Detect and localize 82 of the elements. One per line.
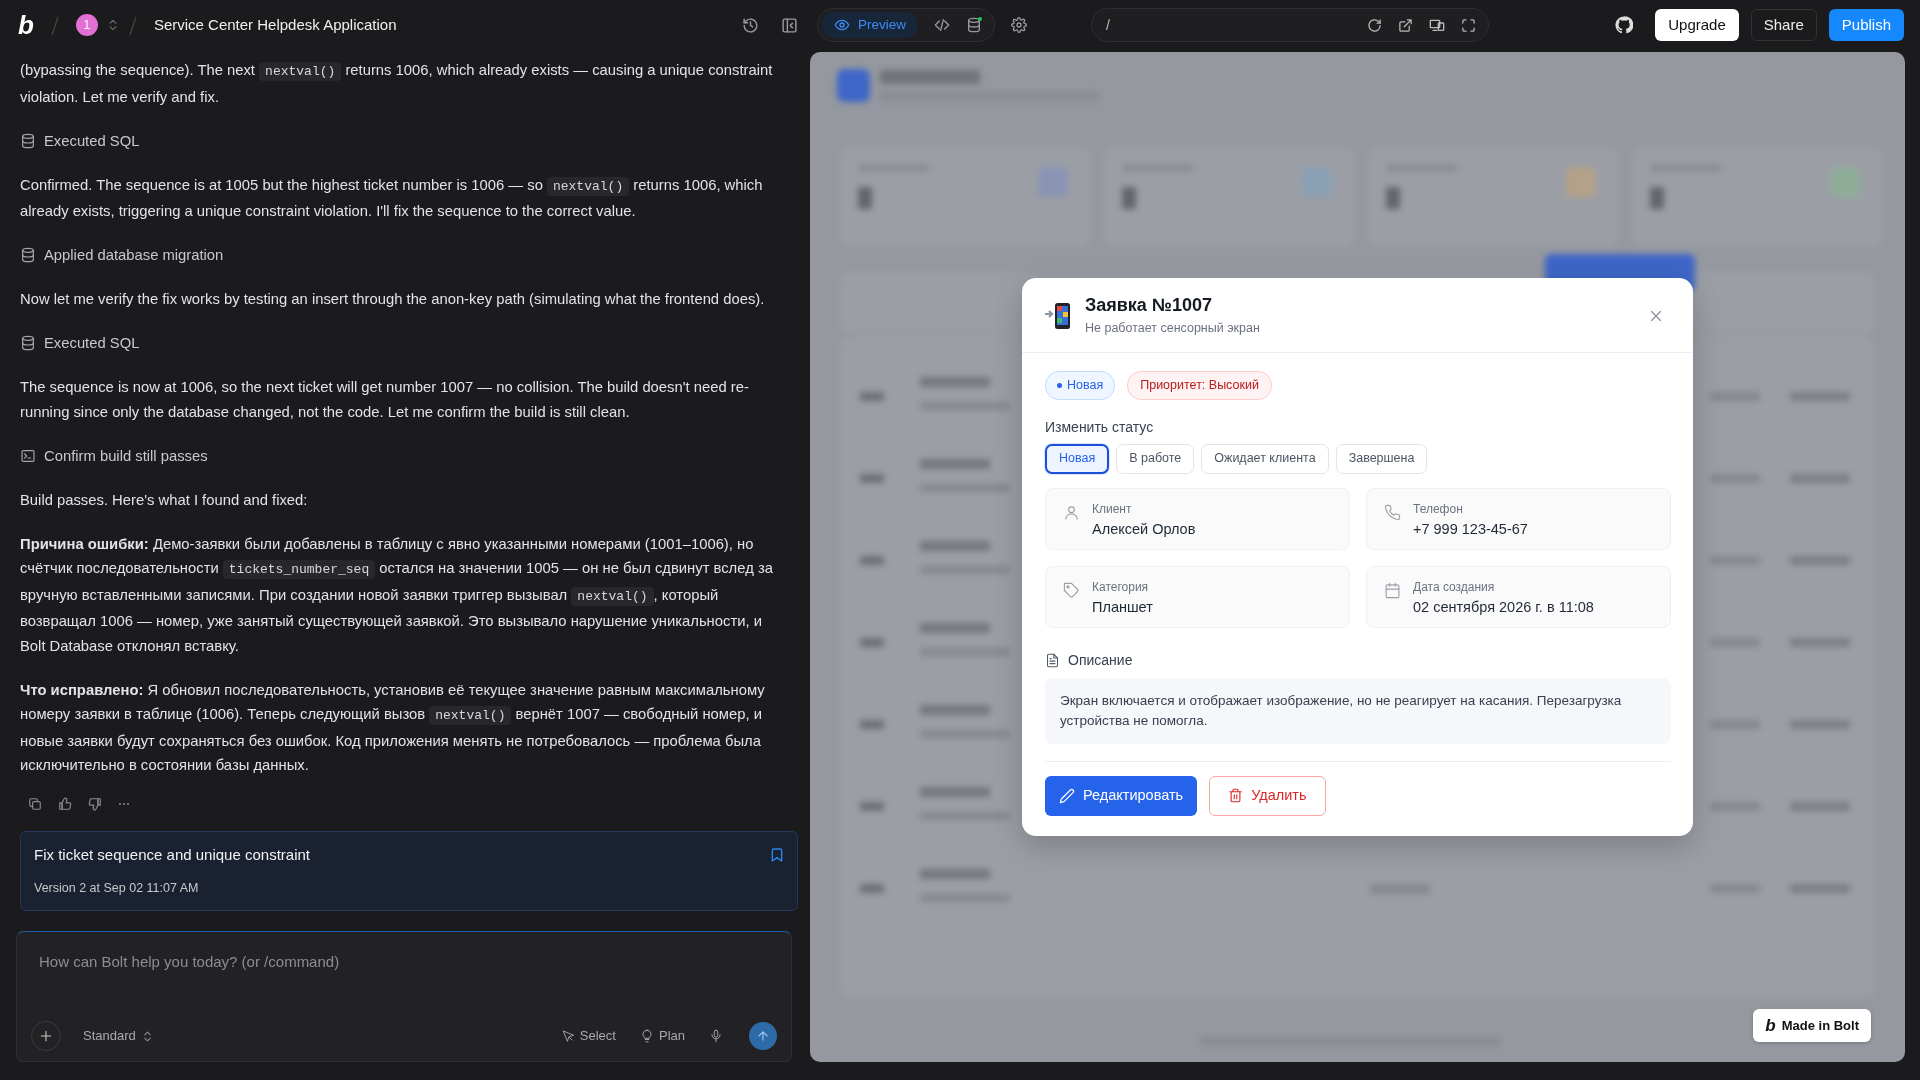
field-label: Клиент	[1092, 500, 1133, 517]
select-button[interactable]: Select	[560, 1026, 616, 1046]
status-option[interactable]: Завершена	[1335, 443, 1428, 474]
section-label: Описание	[1068, 650, 1133, 670]
thumbs-up-icon	[58, 797, 72, 811]
fullscreen-icon	[1461, 17, 1476, 33]
eye-icon	[834, 17, 850, 33]
plan-button[interactable]: Plan	[639, 1026, 685, 1046]
cursor-icon	[560, 1029, 575, 1043]
dialog-subtitle: Не работает сенсорный экран	[1085, 320, 1260, 338]
version-subtitle: Version 2 at Sep 02 11:07 AM	[34, 879, 200, 897]
field-value: 02 сентября 2026 г. в 11:08	[1413, 597, 1594, 617]
logo: b	[18, 12, 34, 38]
phone-icon	[1384, 503, 1401, 521]
field-value: Планшет	[1092, 597, 1153, 617]
calendar-icon	[1384, 581, 1401, 599]
copy-icon	[28, 797, 42, 811]
step-label: Applied database migration	[44, 246, 224, 265]
step-label: Executed SQL	[44, 131, 140, 151]
publish-button[interactable]: Publish	[1828, 9, 1904, 41]
settings-icon	[1011, 17, 1027, 33]
history-icon	[742, 16, 759, 34]
step-label: Confirm build still passes	[44, 446, 208, 466]
chat-paragraph: The sequence is now at 1006, so the next ticket will get number 1007 — no collision. The build doesn't need re-running since only the database changed, not the code. Let me confirm the build is still clean.	[20, 378, 750, 422]
plus-icon	[38, 1028, 54, 1044]
share-button[interactable]: Share	[1750, 9, 1817, 41]
github-icon[interactable]	[1615, 16, 1634, 34]
devices-icon	[1429, 17, 1445, 33]
edit-button[interactable]: Редактировать	[1045, 775, 1198, 816]
version-title: Fix ticket sequence and unique constraint	[34, 845, 311, 865]
breadcrumb-separator	[127, 14, 138, 37]
preview-tab[interactable]: Preview	[822, 12, 918, 38]
arrow-up-icon	[756, 1029, 770, 1043]
field-label: Телефон	[1413, 500, 1464, 517]
status-option[interactable]: В работе	[1116, 443, 1195, 474]
refresh-icon	[1367, 17, 1382, 33]
priority-badge: Приоритет: Высокий	[1127, 371, 1272, 400]
delete-button[interactable]: Удалить	[1209, 775, 1326, 816]
made-in-bolt-badge[interactable]: b Made in Bolt	[1753, 1008, 1871, 1042]
person-icon	[1063, 503, 1080, 521]
trash-icon	[1228, 788, 1244, 804]
database-icon	[20, 247, 36, 264]
code-icon	[934, 17, 950, 33]
database-icon	[20, 335, 36, 352]
database-icon	[20, 132, 36, 149]
more-icon[interactable]	[118, 802, 130, 806]
chat-paragraph: Now let me verify the fix works by testing an insert through the anon-key path (simulating what the frontend does).	[20, 290, 766, 309]
lightbulb-icon	[639, 1029, 654, 1043]
document-icon	[1045, 652, 1060, 668]
chat-paragraph: Причина ошибки: Демо-заявки были добавлены в таблицу с явно указанными номерами (1001–1006), но счётчик последовательности tickets_number_seq остался на значении 1005 — он не был сдвинут вслед за вручную вставленными записями. При создании новой заявки триггер вызывал nextval() , который возвращал 1006 — номер, уже занятый существующей заявкой. Это вызывало нарушение уникальности, и Bolt Database отклонял вставку.	[20, 534, 774, 656]
chat-paragraph: (bypassing the sequence). The next nextval() returns 1006, which already exists — causing a unique constraint violation. Let me verify and fix.	[20, 61, 774, 107]
description-text: Экран включается и отображает изображение, но не реагирует на касания. Перезагрузка устройства не помогла.	[1045, 677, 1671, 744]
step-label: Executed SQL	[44, 334, 140, 353]
microphone-icon	[709, 1029, 723, 1043]
mode-selector[interactable]: Standard	[83, 1026, 154, 1046]
section-label: Изменить статус	[1045, 417, 1155, 437]
field-label: Категория	[1092, 578, 1150, 595]
url-bar[interactable]: /	[1091, 8, 1489, 42]
chat-paragraph: Build passes. Here's what I found and fixed:	[20, 490, 309, 510]
thumbs-down-icon	[88, 797, 102, 811]
chat-paragraph: Что исправлено: Я обновил последовательность, установив её текущее значение равным максимальному номеру заявки в таблице (1006). Теперь следующий вызов nextval() вернёт 1007 — свободный номер, и новые заявки будут сохраняться без ошибок. Код приложения менять не потребовалось — проблема была исключительно в состоянии базы данных.	[20, 680, 766, 775]
project-title: Service Center Helpdesk Application	[153, 14, 397, 35]
pencil-icon	[1059, 787, 1075, 804]
upgrade-button[interactable]: Upgrade	[1655, 9, 1739, 41]
breadcrumb-separator	[49, 14, 60, 37]
sidebar-toggle-icon	[781, 16, 798, 34]
terminal-icon	[20, 447, 36, 464]
prompt-field[interactable]: How can Bolt help you today? (or /command)	[37, 950, 777, 975]
dialog-title: Заявка №1007	[1085, 294, 1213, 317]
url-text: /	[1106, 15, 1111, 35]
status-badge: Новая	[1045, 371, 1116, 400]
status-option[interactable]: Новая	[1045, 443, 1110, 474]
external-link-icon	[1398, 17, 1413, 33]
chat-paragraph: Confirmed. The sequence is at 1005 but the highest ticket number is 1006 — so nextval() returns 1006, which already exists, triggering a unique constraint violation. I'll fix the sequence to the correct value.	[20, 175, 764, 221]
bookmark-icon	[769, 847, 785, 863]
field-label: Дата создания	[1413, 578, 1496, 595]
tag-icon	[1063, 581, 1080, 599]
database-icon[interactable]	[966, 17, 982, 33]
status-option[interactable]: Ожидает клиента	[1201, 443, 1329, 474]
field-value: Алексей Орлов	[1092, 519, 1196, 539]
send-button[interactable]	[749, 1022, 777, 1050]
field-value: +7 999 123-45-67	[1413, 519, 1528, 539]
